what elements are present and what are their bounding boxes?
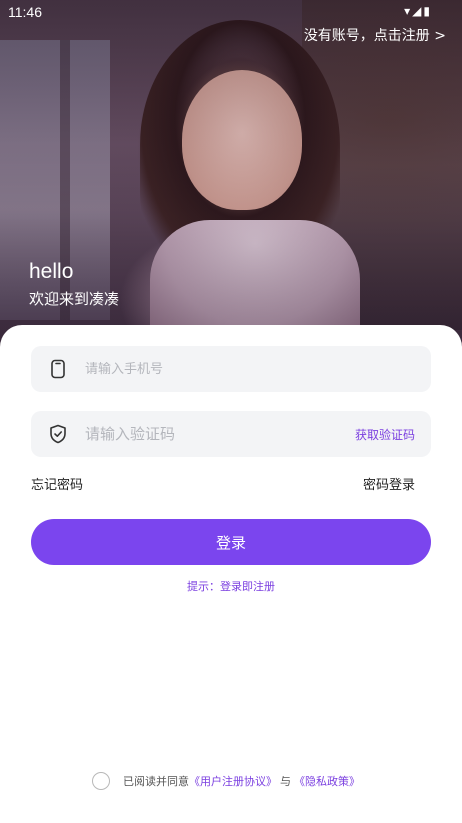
signal-icon: ◢ xyxy=(412,4,424,18)
wifi-icon: ▾ xyxy=(404,4,413,18)
register-link[interactable]: 没有账号，点击注册 > xyxy=(304,25,446,45)
status-icons: ▾◢▮ xyxy=(404,4,432,18)
phone-input[interactable] xyxy=(85,361,431,377)
code-input[interactable] xyxy=(85,425,355,443)
greeting-hello: hello xyxy=(29,260,74,283)
login-tip: 提示：登录即注册 xyxy=(187,580,275,593)
status-time: 11:46 xyxy=(8,4,42,20)
privacy-policy-link[interactable]: 《隐私政策》 xyxy=(294,773,360,789)
login-button[interactable]: 登录 xyxy=(31,519,431,565)
agree-checkbox[interactable] xyxy=(92,772,110,790)
password-login-link[interactable]: 密码登录 xyxy=(363,474,415,493)
code-field[interactable]: 获取验证码 xyxy=(31,411,431,457)
phone-field[interactable] xyxy=(31,346,431,392)
forgot-password-link[interactable]: 忘记密码 xyxy=(31,474,83,493)
user-agreement-link[interactable]: 《用户注册协议》 xyxy=(189,773,277,789)
shield-icon xyxy=(48,424,68,444)
agreement-prefix: 已阅读并同意 xyxy=(123,775,189,788)
greeting-welcome: 欢迎来到凑凑 xyxy=(29,290,120,308)
agreement-and: 与 xyxy=(280,775,291,788)
get-code-button[interactable]: 获取验证码 xyxy=(355,426,415,443)
phone-icon xyxy=(48,359,68,379)
battery-icon: ▮ xyxy=(423,4,432,18)
login-card xyxy=(0,325,462,823)
agreement: 已阅读并同意 《用户注册协议》 与 《隐私政策》 xyxy=(92,772,360,790)
